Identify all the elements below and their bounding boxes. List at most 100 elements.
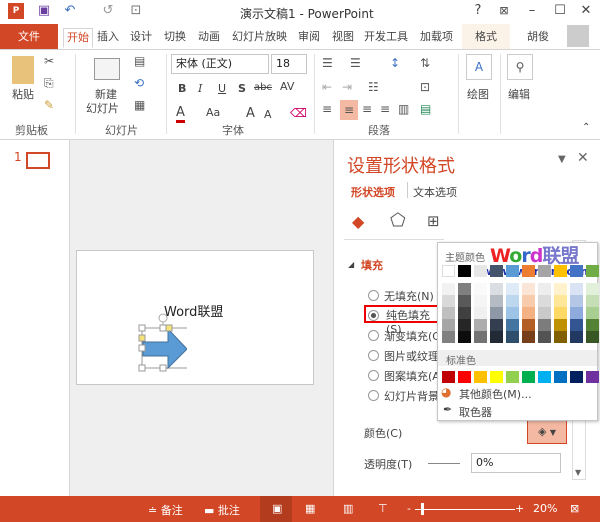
align-center-icon[interactable]: ≡ — [340, 100, 358, 120]
tab-addins[interactable]: 加载项 — [420, 28, 453, 48]
more-colors-item[interactable]: 其他颜色(M)... — [459, 386, 532, 402]
paste-icon[interactable] — [12, 56, 34, 84]
theme-color-swatch[interactable] — [474, 265, 487, 277]
theme-color-swatch[interactable] — [458, 265, 471, 277]
theme-shade-swatch[interactable] — [586, 283, 599, 295]
theme-shade-swatch[interactable] — [538, 307, 551, 319]
tab-file[interactable]: 文件 — [0, 24, 58, 49]
strikethrough-button[interactable]: abc — [254, 82, 272, 93]
align-left-icon[interactable]: ≡ — [322, 102, 332, 116]
theme-shade-swatch[interactable] — [490, 331, 503, 343]
increase-indent-icon[interactable]: ⇥ — [342, 80, 352, 94]
line-spacing-icon[interactable]: ↕ — [390, 56, 400, 70]
copy-icon[interactable]: ⎘ — [44, 76, 54, 91]
distributed-icon[interactable]: ▥ — [398, 102, 409, 116]
standard-color-swatch[interactable] — [538, 371, 551, 383]
decrease-indent-icon[interactable]: ⇤ — [322, 80, 332, 94]
theme-shade-swatch[interactable] — [474, 331, 487, 343]
cut-icon[interactable]: ✂ — [44, 54, 54, 68]
theme-shade-swatch[interactable] — [458, 307, 471, 319]
tab-developer[interactable]: 开发工具 — [364, 28, 408, 48]
save-icon[interactable]: ▣ — [36, 3, 52, 19]
align-right-icon[interactable]: ≡ — [362, 102, 372, 116]
new-slide-label-2[interactable]: 幻灯片 — [86, 100, 119, 116]
theme-shade-swatch[interactable] — [586, 319, 599, 331]
tab-design[interactable]: 设计 — [130, 28, 152, 48]
shrink-font-button[interactable]: A — [264, 108, 272, 121]
theme-shade-swatch[interactable] — [506, 319, 519, 331]
standard-color-swatch[interactable] — [570, 371, 583, 383]
help-button[interactable]: ? — [470, 3, 486, 19]
smartart-icon[interactable]: ▤ — [420, 102, 431, 116]
theme-shade-swatch[interactable] — [538, 319, 551, 331]
transparency-input[interactable]: 0% — [471, 453, 561, 473]
standard-color-swatch[interactable] — [506, 371, 519, 383]
zoom-out-button[interactable]: - — [407, 502, 411, 515]
grow-font-button[interactable]: A — [246, 106, 255, 121]
paste-button[interactable]: 粘贴 — [12, 86, 34, 102]
fill-option-radio[interactable] — [368, 370, 379, 381]
theme-shade-swatch[interactable] — [442, 295, 455, 307]
theme-shade-swatch[interactable] — [458, 283, 471, 295]
underline-button[interactable]: U — [218, 82, 226, 95]
theme-shade-swatch[interactable] — [570, 319, 583, 331]
tab-home[interactable]: 开始 — [63, 28, 93, 48]
theme-shade-swatch[interactable] — [474, 319, 487, 331]
tab-animations[interactable]: 动画 — [198, 28, 220, 48]
fill-section-header[interactable]: 填充 — [361, 257, 383, 273]
reading-view-icon[interactable]: ▥ — [343, 502, 353, 515]
minimize-button[interactable]: – — [524, 3, 540, 19]
standard-color-swatch[interactable] — [586, 371, 599, 383]
theme-shade-swatch[interactable] — [538, 295, 551, 307]
text-direction-icon[interactable]: ⇅ — [420, 56, 430, 70]
char-spacing-button[interactable]: AV — [280, 80, 294, 93]
fill-option-radio[interactable] — [368, 290, 379, 301]
fit-to-window-icon[interactable]: ⊠ — [570, 502, 579, 515]
zoom-in-button[interactable]: + — [515, 502, 524, 515]
theme-shade-swatch[interactable] — [458, 319, 471, 331]
theme-shade-swatch[interactable] — [442, 283, 455, 295]
slide[interactable]: Word联盟 — [76, 250, 314, 385]
theme-shade-swatch[interactable] — [538, 283, 551, 295]
eyedropper-item[interactable]: 取色器 — [459, 404, 492, 420]
theme-shade-swatch[interactable] — [586, 331, 599, 343]
theme-shade-swatch[interactable] — [474, 295, 487, 307]
zoom-slider[interactable] — [415, 509, 515, 510]
theme-color-swatch[interactable] — [506, 265, 519, 277]
theme-shade-swatch[interactable] — [490, 319, 503, 331]
theme-shade-swatch[interactable] — [554, 307, 567, 319]
theme-shade-swatch[interactable] — [474, 307, 487, 319]
notes-button[interactable]: ≐ 备注 — [148, 502, 183, 518]
justify-icon[interactable]: ≡ — [380, 102, 390, 116]
fill-option-label[interactable]: 无填充(N) — [384, 288, 434, 304]
reset-icon[interactable]: ⟲ — [134, 76, 144, 90]
drawing-button[interactable]: 绘图 — [467, 86, 489, 102]
format-painter-icon[interactable]: ✎ — [44, 98, 54, 112]
clear-format-icon[interactable]: ⌫ — [290, 106, 307, 120]
columns-icon[interactable]: ☷ — [368, 80, 379, 94]
theme-shade-swatch[interactable] — [586, 307, 599, 319]
arrow-shape[interactable] — [137, 311, 187, 383]
theme-shade-swatch[interactable] — [554, 295, 567, 307]
change-case-button[interactable]: Aa — [206, 106, 220, 119]
italic-button[interactable]: I — [198, 82, 202, 95]
font-name-select[interactable]: 宋体 (正文) — [171, 54, 269, 74]
editing-button[interactable]: 编辑 — [508, 86, 530, 102]
theme-shade-swatch[interactable] — [554, 283, 567, 295]
theme-color-swatch[interactable] — [586, 265, 599, 277]
undo-icon[interactable]: ↶ — [62, 3, 78, 19]
tab-transitions[interactable]: 切换 — [164, 28, 186, 48]
theme-color-swatch[interactable] — [538, 265, 551, 277]
theme-shade-swatch[interactable] — [458, 331, 471, 343]
maximize-button[interactable]: ☐ — [552, 3, 568, 19]
theme-color-swatch[interactable] — [554, 265, 567, 277]
close-button[interactable]: ✕ — [578, 3, 594, 19]
fill-line-icon[interactable]: ◆ — [352, 212, 364, 231]
theme-shade-swatch[interactable] — [538, 331, 551, 343]
theme-shade-swatch[interactable] — [554, 319, 567, 331]
scroll-down-icon[interactable]: ▼ — [575, 468, 581, 477]
theme-shade-swatch[interactable] — [522, 331, 535, 343]
theme-shade-swatch[interactable] — [490, 283, 503, 295]
theme-color-swatch[interactable] — [442, 265, 455, 277]
theme-shade-swatch[interactable] — [570, 295, 583, 307]
